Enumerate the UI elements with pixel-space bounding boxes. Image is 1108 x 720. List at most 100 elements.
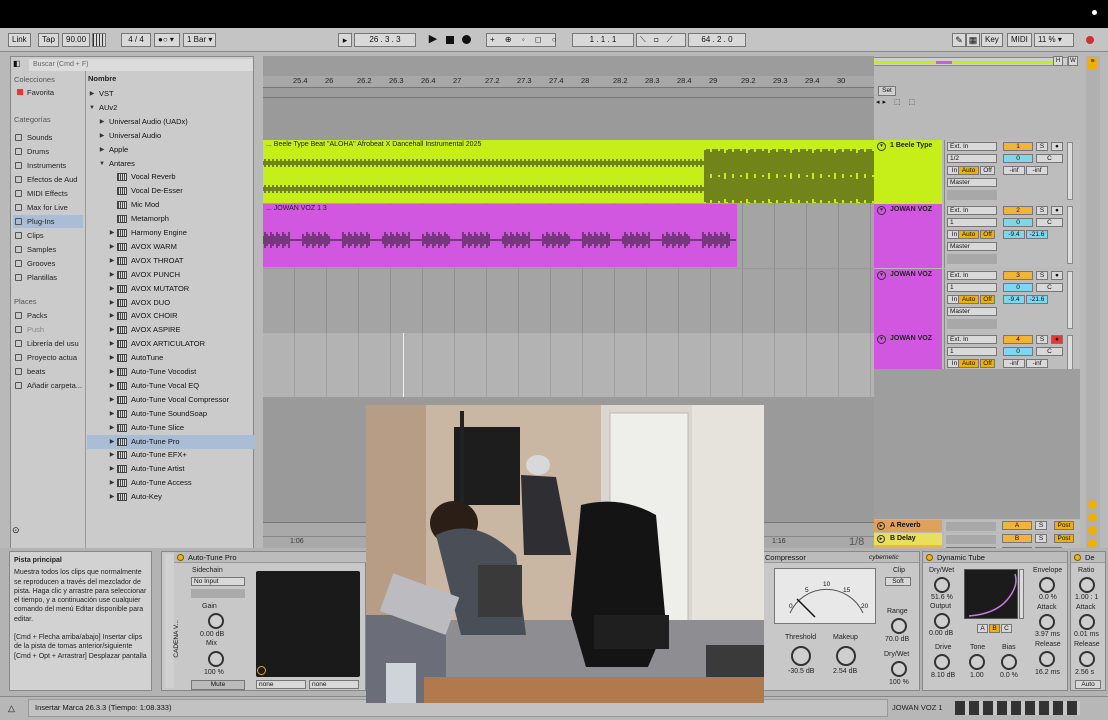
- place-4[interactable]: beats: [13, 365, 83, 378]
- ratio-knob[interactable]: [1079, 577, 1095, 593]
- arm-button-2[interactable]: ●: [1051, 271, 1063, 280]
- browser-item-7[interactable]: Vocal De-Esser: [87, 184, 255, 198]
- dt-bias-knob[interactable]: [1001, 654, 1017, 670]
- arm-button-1[interactable]: ●: [1051, 206, 1063, 215]
- browser-item-11[interactable]: ▶ AVOX WARM: [87, 240, 255, 254]
- category-8[interactable]: Samples: [13, 243, 83, 256]
- autotune-title-bar[interactable]: Auto-Tune Pro: [174, 552, 366, 563]
- pan-field-2[interactable]: C: [1036, 283, 1063, 292]
- browser-item-1-arrow-icon[interactable]: ▼: [87, 101, 97, 115]
- monitor-off-button-1[interactable]: Off: [980, 230, 995, 239]
- browser-item-17-arrow-icon[interactable]: ▶: [107, 323, 117, 337]
- category-3[interactable]: Efectos de Aud: [13, 173, 83, 186]
- place-5[interactable]: Añadir carpeta...: [13, 379, 83, 392]
- browser-item-0-arrow-icon[interactable]: ▶: [87, 87, 97, 101]
- browser-item-15-arrow-icon[interactable]: ▶: [107, 296, 117, 310]
- arm-button-3[interactable]: ●: [1051, 335, 1063, 344]
- returns-icon[interactable]: [1088, 526, 1097, 535]
- track-fold-icon-0[interactable]: ▾: [877, 142, 886, 151]
- track-activator-1[interactable]: 2: [1003, 206, 1033, 215]
- input-channel-dropdown-1[interactable]: 1: [947, 218, 997, 227]
- link-button[interactable]: Link: [8, 33, 31, 47]
- time-signature-field[interactable]: 4 / 4: [121, 33, 151, 47]
- pan-field-3[interactable]: C: [1036, 347, 1063, 356]
- input-type-dropdown-2[interactable]: Ext. In: [947, 271, 997, 280]
- track-header-0[interactable]: ▾ 1 Beele Type: [874, 140, 942, 204]
- dt-envelope-knob[interactable]: [1039, 577, 1055, 593]
- return-solo-1[interactable]: S: [1035, 534, 1047, 543]
- browser-item-11-arrow-icon[interactable]: ▶: [107, 240, 117, 254]
- solo-button-3[interactable]: S: [1036, 335, 1048, 344]
- browser-item-29-arrow-icon[interactable]: ▶: [107, 490, 117, 504]
- macro-dropdown-1[interactable]: none: [256, 680, 306, 689]
- browser-item-15[interactable]: ▶ AVOX DUO: [87, 296, 255, 310]
- browser-item-14-arrow-icon[interactable]: ▶: [107, 282, 117, 296]
- nudge-icon[interactable]: [92, 33, 106, 47]
- category-7[interactable]: Clips: [13, 229, 83, 242]
- track-fold-icon-1[interactable]: ▾: [877, 206, 886, 215]
- locator-strip[interactable]: [263, 88, 874, 98]
- browser-item-18-arrow-icon[interactable]: ▶: [107, 337, 117, 351]
- track-empty-area[interactable]: [874, 369, 1080, 519]
- mute-button[interactable]: Mute: [191, 680, 245, 690]
- browser-item-0[interactable]: ▶ VST: [87, 87, 255, 101]
- track-lane-2[interactable]: [263, 269, 874, 333]
- category-5[interactable]: Max for Live: [13, 201, 83, 214]
- browser-item-18[interactable]: ▶ AVOX ARTICULATOR: [87, 337, 255, 351]
- browser-item-23[interactable]: ▶ Auto-Tune SoundSoap: [87, 407, 255, 421]
- dt-tone-knob[interactable]: [969, 654, 985, 670]
- track-fold-icon-3[interactable]: ▾: [877, 335, 886, 344]
- macro-dropdown-2[interactable]: none: [309, 680, 359, 689]
- track-header-2[interactable]: ▾ JOWAN VOZ: [874, 269, 942, 333]
- volume-field-0[interactable]: 0: [1003, 154, 1033, 163]
- browser-item-2[interactable]: ▶ Universal Audio (UADx): [87, 115, 255, 129]
- browser-item-26[interactable]: ▶ Auto-Tune EFX+: [87, 448, 255, 462]
- browser-item-24[interactable]: ▶ Auto-Tune Slice: [87, 421, 255, 435]
- track-fold-icon-2[interactable]: ▾: [877, 271, 886, 280]
- browser-item-20[interactable]: ▶ Auto-Tune Vocodist: [87, 365, 255, 379]
- browser-item-22[interactable]: ▶ Auto-Tune Vocal Compressor: [87, 393, 255, 407]
- view-switch-icons[interactable]: [955, 701, 1080, 715]
- track-activator-2[interactable]: 3: [1003, 271, 1033, 280]
- draw-mode-icon[interactable]: ✎: [952, 33, 966, 47]
- gain-knob[interactable]: [208, 613, 224, 629]
- browser-item-29[interactable]: ▶ Auto-Key: [87, 490, 255, 504]
- browser-item-21[interactable]: ▶ Auto-Tune Vocal EQ: [87, 379, 255, 393]
- output-dropdown-0[interactable]: Master: [947, 178, 997, 187]
- place-2[interactable]: Librería del usu: [13, 337, 83, 350]
- keyboard-icon[interactable]: ▦: [966, 33, 980, 47]
- output-dropdown-2[interactable]: Master: [947, 307, 997, 316]
- return-activator-1[interactable]: B: [1002, 534, 1032, 543]
- return-solo-0[interactable]: S: [1035, 521, 1047, 530]
- browser-item-3[interactable]: ▶ Universal Audio: [87, 129, 255, 143]
- makeup-knob[interactable]: [836, 646, 856, 666]
- browser-item-23-arrow-icon[interactable]: ▶: [107, 407, 117, 421]
- browser-item-4-arrow-icon[interactable]: ▶: [97, 143, 107, 157]
- arrangement-position-field[interactable]: 26 . 3 . 3: [354, 33, 416, 47]
- dt-mode-a-button[interactable]: A: [977, 624, 988, 633]
- scrub-area[interactable]: [263, 56, 874, 76]
- solo-button-0[interactable]: S: [1036, 142, 1048, 151]
- w-toggle[interactable]: W: [1068, 56, 1078, 66]
- arrangement-nav-icons[interactable]: ◂▸ ⬚ ⬚: [876, 98, 942, 108]
- range-knob[interactable]: [891, 618, 907, 634]
- place-3[interactable]: Proyecto actua: [13, 351, 83, 364]
- return-activator-0[interactable]: A: [1002, 521, 1032, 530]
- monitor-off-button-3[interactable]: Off: [980, 359, 995, 368]
- browser-item-10-arrow-icon[interactable]: ▶: [107, 226, 117, 240]
- quantize-dropdown[interactable]: 1 Bar ▾: [183, 33, 216, 47]
- post-button-1[interactable]: Post: [1054, 534, 1074, 543]
- category-4[interactable]: MIDI Effects: [13, 187, 83, 200]
- monitor-off-button-2[interactable]: Off: [980, 295, 995, 304]
- input-channel-dropdown-2[interactable]: 1: [947, 283, 997, 292]
- dt-mode-c-button[interactable]: C: [1001, 624, 1012, 633]
- name-column-header[interactable]: Nombre: [88, 74, 116, 83]
- volume-field-3[interactable]: 0: [1003, 347, 1033, 356]
- monitor-auto-button-0[interactable]: Auto: [958, 166, 979, 175]
- key-map-button[interactable]: Key: [981, 33, 1003, 47]
- overdub-automation-icons[interactable]: + ⊕ ◦ ◻ ○: [486, 33, 557, 47]
- dynamic-tube-title-bar[interactable]: Dynamic Tube: [923, 552, 1067, 563]
- volume-field-2[interactable]: 0: [1003, 283, 1033, 292]
- monitor-auto-button-3[interactable]: Auto: [958, 359, 979, 368]
- category-1[interactable]: Drums: [13, 145, 83, 158]
